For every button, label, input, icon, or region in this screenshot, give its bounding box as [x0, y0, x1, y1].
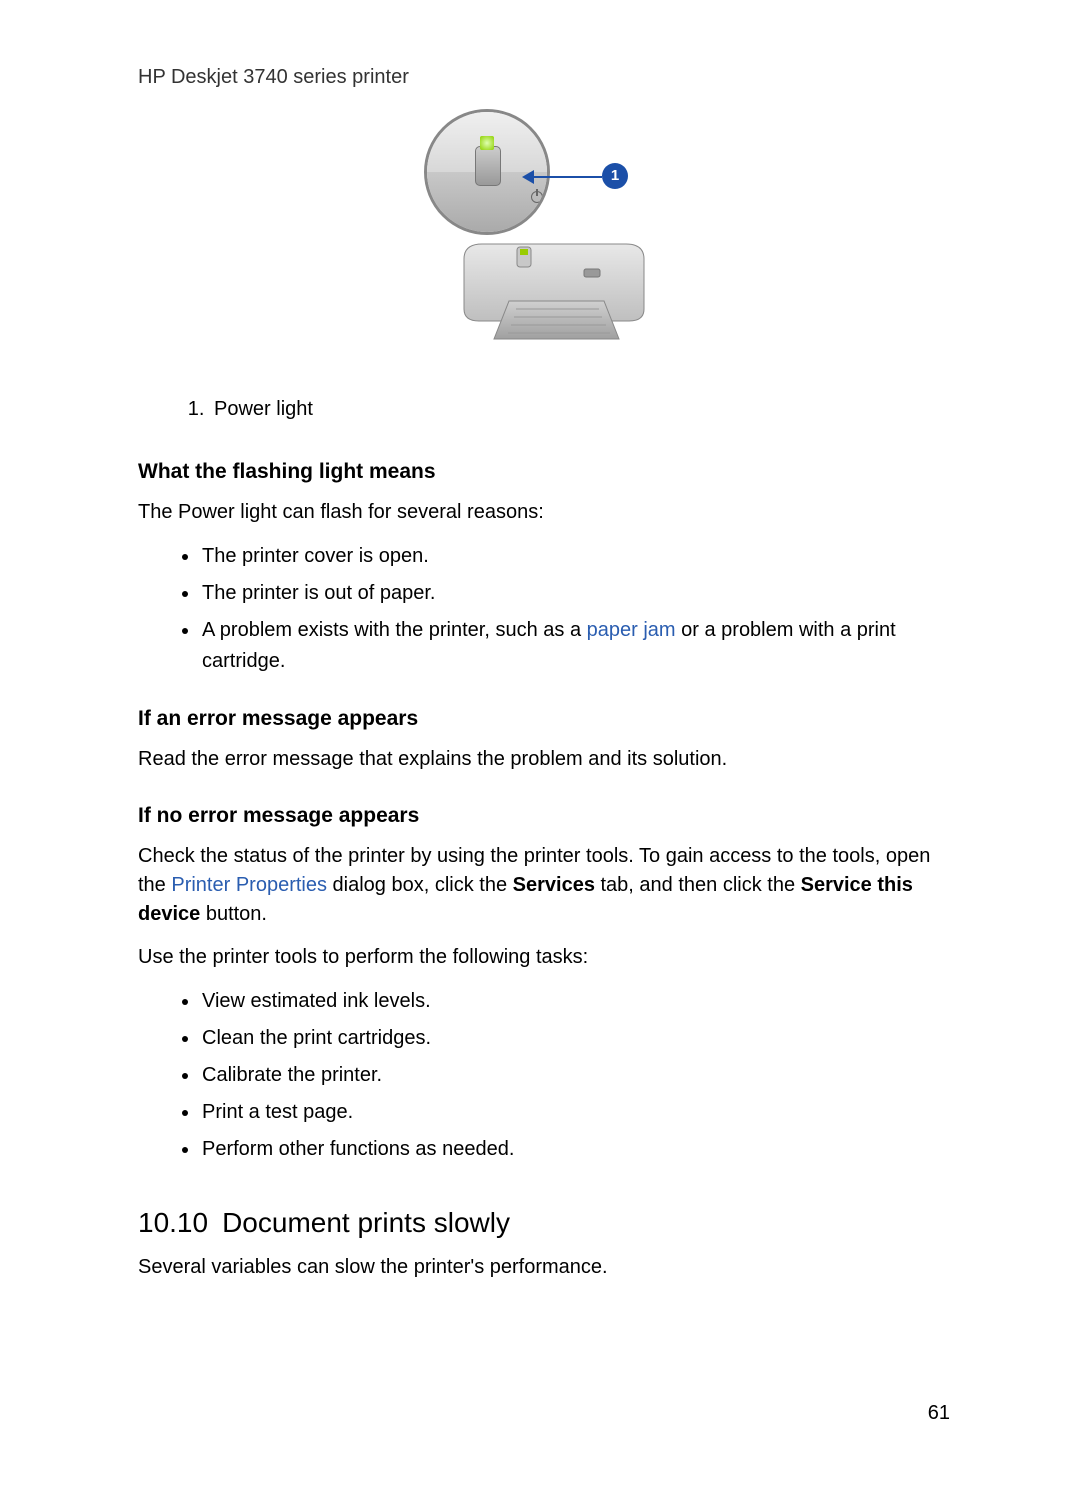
list-item: View estimated ink levels. — [200, 986, 950, 1017]
power-button-icon — [475, 146, 501, 186]
list-item: Calibrate the printer. — [200, 1060, 950, 1091]
figure-caption-list: Power light — [138, 394, 950, 424]
callout-arrow-icon — [522, 170, 534, 184]
heading-document-prints-slowly: 10.10 Document prints slowly — [138, 1207, 950, 1239]
callout-leader — [530, 176, 602, 178]
services-tab-label: Services — [513, 874, 595, 896]
power-light-icon — [480, 136, 494, 150]
list-item: The printer cover is open. — [200, 541, 950, 572]
noerr-para2: Use the printer tools to perform the fol… — [138, 943, 950, 972]
noerr-para1: Check the status of the printer by using… — [138, 842, 950, 929]
printer-figure: 1 — [414, 129, 674, 359]
section-number: 10.10 — [138, 1207, 208, 1238]
heading-flashing-light: What the flashing light means — [138, 460, 950, 484]
figure-container: 1 — [138, 129, 950, 364]
printer-illustration — [454, 239, 654, 349]
caption-item: Power light — [210, 394, 950, 424]
text-fragment: button. — [200, 903, 267, 925]
text-fragment: dialog box, click the — [327, 874, 513, 896]
callout-number-badge: 1 — [602, 163, 628, 189]
page-number: 61 — [928, 1402, 950, 1425]
text-fragment: tab, and then click the — [595, 874, 801, 896]
list-item: Clean the print cartridges. — [200, 1023, 950, 1054]
slow-para: Several variables can slow the printer's… — [138, 1253, 950, 1282]
list-item: Print a test page. — [200, 1097, 950, 1128]
flash-reasons-list: The printer cover is open. The printer i… — [138, 541, 950, 677]
err-para: Read the error message that explains the… — [138, 745, 950, 774]
text-fragment: A problem exists with the printer, such … — [202, 619, 587, 641]
paper-jam-link[interactable]: paper jam — [587, 619, 676, 641]
list-item: Perform other functions as needed. — [200, 1134, 950, 1165]
tools-tasks-list: View estimated ink levels. Clean the pri… — [138, 986, 950, 1165]
heading-no-error: If no error message appears — [138, 804, 950, 828]
flash-intro: The Power light can flash for several re… — [138, 498, 950, 527]
section-title: Document prints slowly — [222, 1207, 510, 1238]
list-item: A problem exists with the printer, such … — [200, 615, 950, 677]
document-header: HP Deskjet 3740 series printer — [138, 66, 950, 89]
heading-error-message: If an error message appears — [138, 707, 950, 731]
printer-properties-link[interactable]: Printer Properties — [171, 874, 327, 896]
list-item: The printer is out of paper. — [200, 578, 950, 609]
